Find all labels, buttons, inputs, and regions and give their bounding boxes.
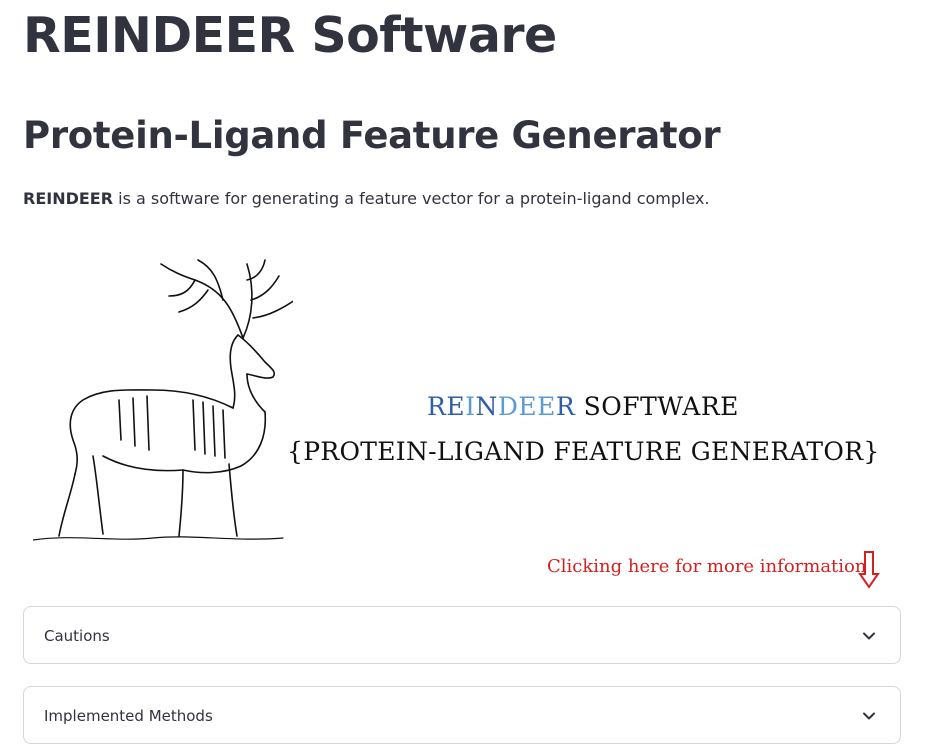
page-title: REINDEER Software <box>23 7 557 64</box>
logo-banner: REINDEER SOFTWARE {PROTEIN-LIGAND FEATUR… <box>23 250 903 550</box>
logo-letter: N <box>475 392 498 421</box>
logo-letter: E <box>537 392 556 421</box>
expander-implemented-methods[interactable]: Implemented Methods <box>23 686 901 744</box>
expander-label: Cautions <box>44 627 110 645</box>
page-subtitle: Protein-Ligand Feature Generator <box>23 114 721 157</box>
expander-label: Implemented Methods <box>44 707 213 725</box>
logo-tagline: {PROTEIN-LIGAND FEATURE GENERATOR} <box>287 434 880 470</box>
intro-bold-name: REINDEER <box>23 189 114 208</box>
arrow-down-outline-icon <box>858 551 880 589</box>
logo-letter: R <box>427 392 447 421</box>
chevron-down-icon <box>863 712 875 720</box>
logo-title: REINDEER SOFTWARE <box>427 390 739 424</box>
chevron-down-icon <box>863 632 875 640</box>
logo-tagline-text: {PROTEIN-LIGAND FEATURE GENERATOR} <box>287 437 880 466</box>
intro-paragraph: REINDEER is a software for generating a … <box>23 187 710 211</box>
logo-letter: R <box>555 392 576 421</box>
expander-cautions[interactable]: Cautions <box>23 606 901 664</box>
reindeer-illustration <box>33 259 293 541</box>
logo-letter: I <box>465 392 476 421</box>
logo-letter: D <box>497 392 519 421</box>
logo-letter: SOFTWARE <box>575 392 739 421</box>
logo-letter: E <box>446 392 466 421</box>
logo-letter: E <box>518 392 538 421</box>
more-info-hint: Clicking here for more information <box>547 556 867 577</box>
intro-text: is a software for generating a feature v… <box>113 189 710 208</box>
